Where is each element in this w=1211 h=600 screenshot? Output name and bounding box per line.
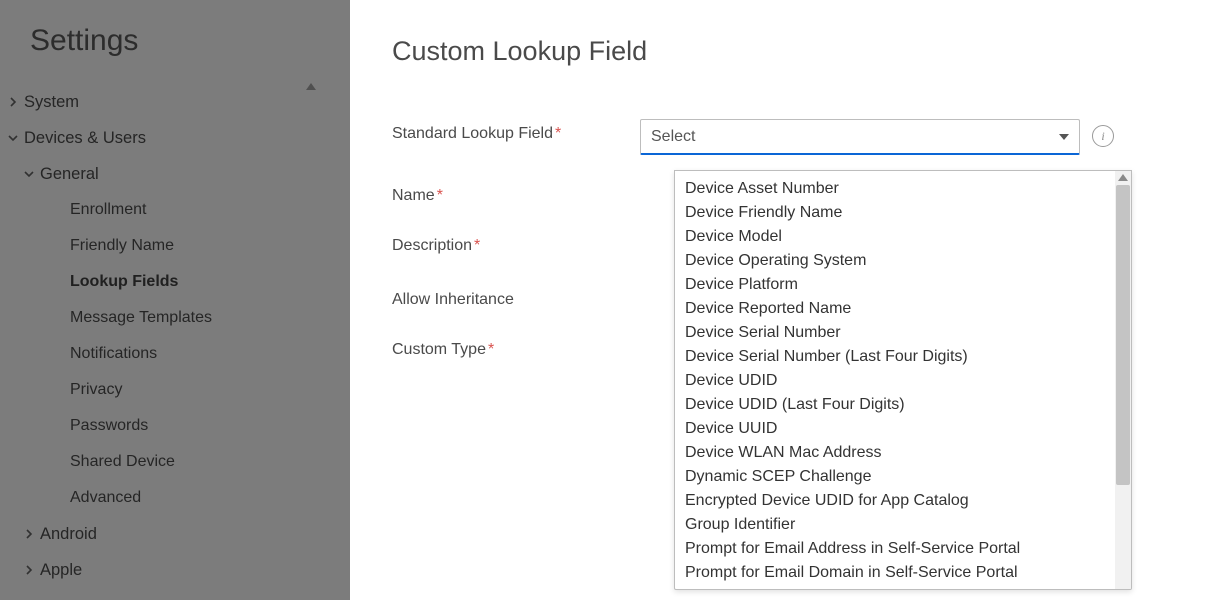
standard-lookup-value: Select	[651, 128, 695, 146]
dropdown-option[interactable]: Device Asset Number	[675, 177, 1115, 201]
dropdown-option[interactable]: Group Identifier	[675, 513, 1115, 537]
info-icon[interactable]: i	[1092, 125, 1114, 147]
dropdown-option[interactable]: Device UDID	[675, 369, 1115, 393]
dropdown-option[interactable]: Encrypted Device UDID for App Catalog	[675, 489, 1115, 513]
dropdown-option[interactable]: Device Model	[675, 225, 1115, 249]
custom-type-label: Custom Type*	[392, 335, 640, 359]
name-label: Name*	[392, 181, 640, 205]
dropdown-option[interactable]: Device Serial Number (Last Four Digits)	[675, 345, 1115, 369]
modal-overlay	[0, 0, 350, 600]
chevron-down-icon	[1059, 134, 1069, 140]
dropdown-option[interactable]: Device WLAN Mac Address	[675, 441, 1115, 465]
dropdown-option[interactable]: Device Serial Number	[675, 321, 1115, 345]
dropdown-option[interactable]: Device UUID	[675, 417, 1115, 441]
description-label: Description*	[392, 231, 640, 255]
standard-lookup-dropdown[interactable]: Device Asset NumberDevice Friendly NameD…	[674, 170, 1132, 590]
dropdown-scrollbar[interactable]	[1115, 171, 1131, 589]
dropdown-option[interactable]: Device Operating System	[675, 249, 1115, 273]
scroll-up-icon	[1118, 174, 1128, 181]
required-star: *	[488, 341, 494, 358]
dropdown-option[interactable]: Prompt for Email Address in Self-Service…	[675, 537, 1115, 561]
dropdown-option[interactable]: Device Friendly Name	[675, 201, 1115, 225]
dropdown-option[interactable]: Prompt for Email Username Prompt in Self…	[675, 585, 1115, 590]
dropdown-option[interactable]: Device Reported Name	[675, 297, 1115, 321]
allow-inheritance-label: Allow Inheritance	[392, 285, 640, 309]
required-star: *	[474, 237, 480, 254]
required-star: *	[555, 125, 561, 142]
scrollbar-thumb[interactable]	[1116, 185, 1130, 485]
required-star: *	[437, 187, 443, 204]
standard-lookup-label: Standard Lookup Field*	[392, 119, 640, 143]
dropdown-option[interactable]: Device Platform	[675, 273, 1115, 297]
standard-lookup-select[interactable]: Select	[640, 119, 1080, 155]
dropdown-option[interactable]: Dynamic SCEP Challenge	[675, 465, 1115, 489]
dropdown-option[interactable]: Prompt for Email Domain in Self-Service …	[675, 561, 1115, 585]
dropdown-option[interactable]: Device UDID (Last Four Digits)	[675, 393, 1115, 417]
page-title: Custom Lookup Field	[392, 36, 1169, 67]
